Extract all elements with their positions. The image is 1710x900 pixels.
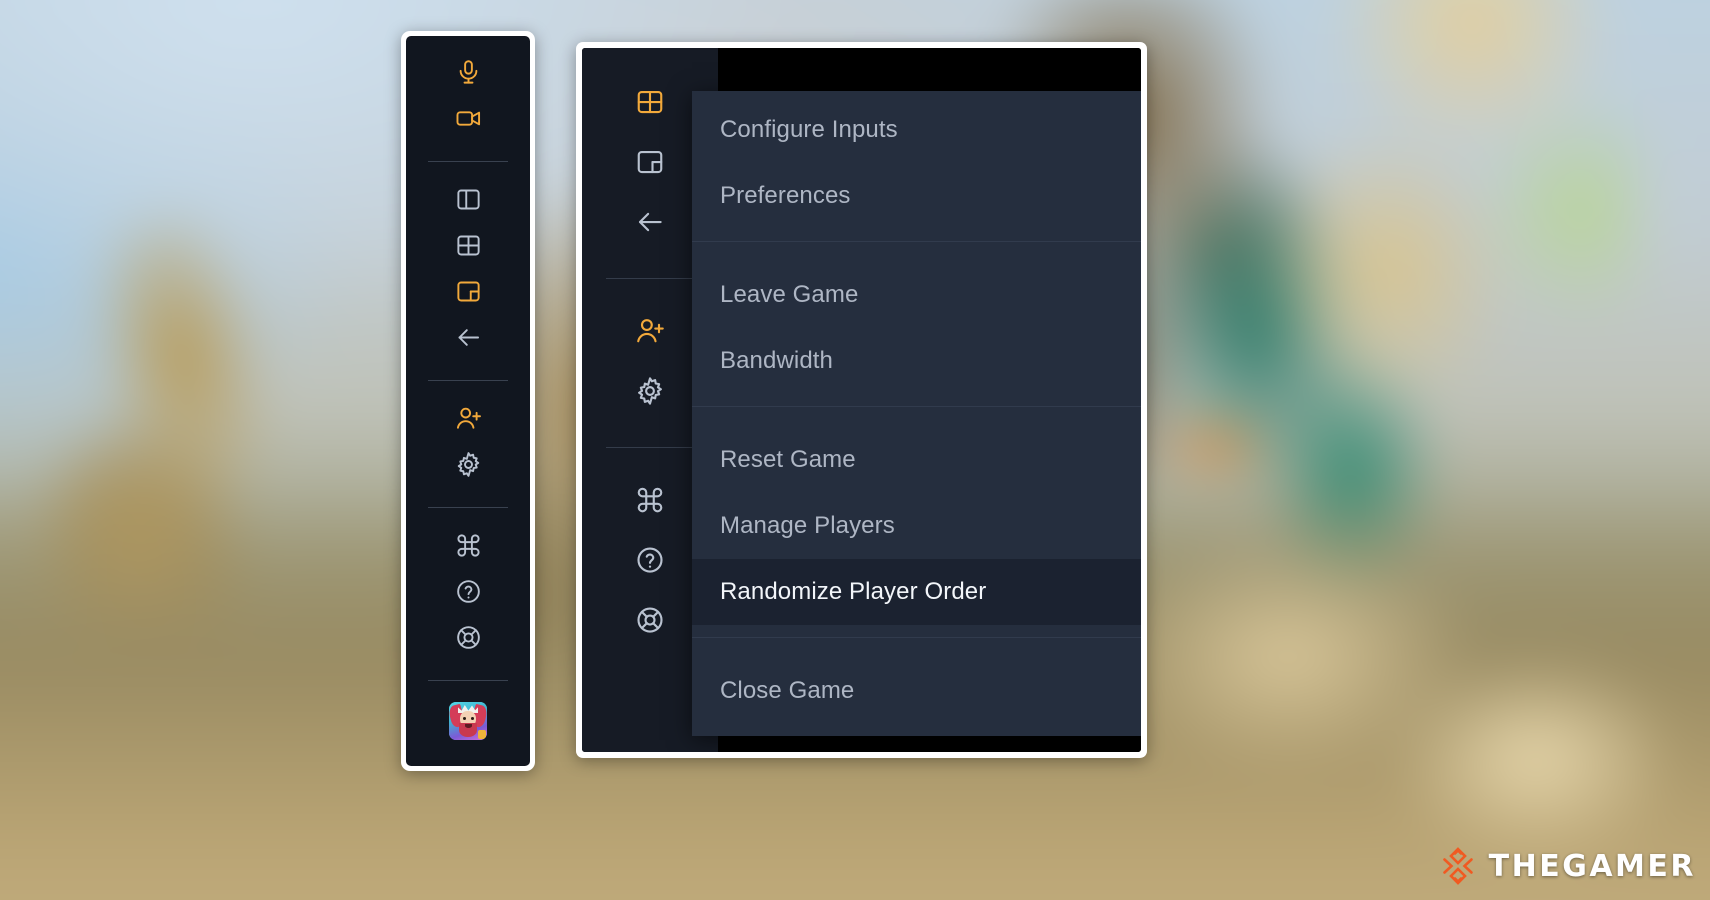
menu-item-manage-players[interactable]: Manage Players xyxy=(692,493,1141,559)
menu-item-label: Preferences xyxy=(720,182,851,209)
game-options-menu[interactable]: Configure Inputs Preferences Leave Game Ban… xyxy=(692,91,1141,736)
thegamer-wordmark: THEGAMER xyxy=(1488,848,1696,884)
menu-item-leave-game[interactable]: Leave Game xyxy=(692,262,1141,328)
add-person-icon xyxy=(455,405,482,437)
lifebuoy-icon xyxy=(635,605,665,640)
video-camera-icon xyxy=(455,105,482,137)
rail-item-grid-layout-icon[interactable] xyxy=(406,225,530,271)
rail-item-add-person-icon[interactable] xyxy=(406,398,530,444)
menu-item-label: Bandwidth xyxy=(720,347,833,374)
toolbar-panel xyxy=(401,31,535,771)
grid-layout-icon xyxy=(455,232,482,264)
menu-group: Close Game xyxy=(692,658,1141,724)
rail-item-panel-split-icon[interactable] xyxy=(406,179,530,225)
rail-item-panel-corner-icon[interactable] xyxy=(406,271,530,317)
menu-item-randomize-player-order[interactable]: Randomize Player Order xyxy=(692,559,1141,625)
panel-split-icon xyxy=(455,186,482,218)
rail-item-video-camera-icon[interactable] xyxy=(406,98,530,144)
toolbar-rail xyxy=(406,36,530,766)
menu-item-label: Close Game xyxy=(720,677,855,704)
menu-group: Leave Game Bandwidth xyxy=(692,262,1141,394)
command-icon xyxy=(455,532,482,564)
menu-item-configure-inputs[interactable]: Configure Inputs xyxy=(692,97,1141,163)
thegamer-watermark: THEGAMER xyxy=(1438,846,1696,886)
rail-item-microphone-icon[interactable] xyxy=(406,52,530,98)
rail-item-gear-icon[interactable] xyxy=(406,444,530,490)
command-icon xyxy=(635,485,665,520)
menu-item-bandwidth[interactable]: Bandwidth xyxy=(692,328,1141,394)
question-circle-icon xyxy=(455,578,482,610)
menu-item-label: Manage Players xyxy=(720,512,895,539)
menu-item-label: Leave Game xyxy=(720,281,859,308)
menu-item-reset-game[interactable]: Reset Game xyxy=(692,427,1141,493)
screenshot-root: Configure Inputs Preferences Leave Game Ban… xyxy=(0,0,1710,900)
rail-item-question-circle-icon[interactable] xyxy=(406,571,530,617)
add-person-icon xyxy=(635,316,665,351)
lifebuoy-icon xyxy=(455,624,482,656)
game-window-panel: Configure Inputs Preferences Leave Game Ban… xyxy=(576,42,1147,758)
menu-item-label: Configure Inputs xyxy=(720,116,898,143)
grid-layout-icon xyxy=(635,87,665,122)
menu-item-preferences[interactable]: Preferences xyxy=(692,163,1141,229)
menu-group: Configure Inputs Preferences xyxy=(692,97,1141,229)
thegamer-logo-icon xyxy=(1442,847,1473,885)
avatar-icon xyxy=(449,702,487,740)
menu-item-label: Randomize Player Order xyxy=(720,578,987,605)
arrow-left-icon xyxy=(455,324,482,356)
rail-item-arrow-left-icon[interactable] xyxy=(406,317,530,363)
arrow-left-icon xyxy=(635,207,665,242)
rail-item-command-icon[interactable] xyxy=(406,525,530,571)
question-circle-icon xyxy=(635,545,665,580)
gear-icon xyxy=(455,451,482,483)
microphone-icon xyxy=(455,59,482,91)
panel-corner-icon xyxy=(635,147,665,182)
rail-item-avatar-icon[interactable] xyxy=(406,698,530,744)
menu-group: Reset Game Manage Players Randomize Player… xyxy=(692,427,1141,625)
menu-item-label: Reset Game xyxy=(720,446,856,473)
rail-item-lifebuoy-icon[interactable] xyxy=(406,617,530,663)
panel-corner-icon xyxy=(455,278,482,310)
menu-item-close-game[interactable]: Close Game xyxy=(692,658,1141,724)
gear-icon xyxy=(635,376,665,411)
